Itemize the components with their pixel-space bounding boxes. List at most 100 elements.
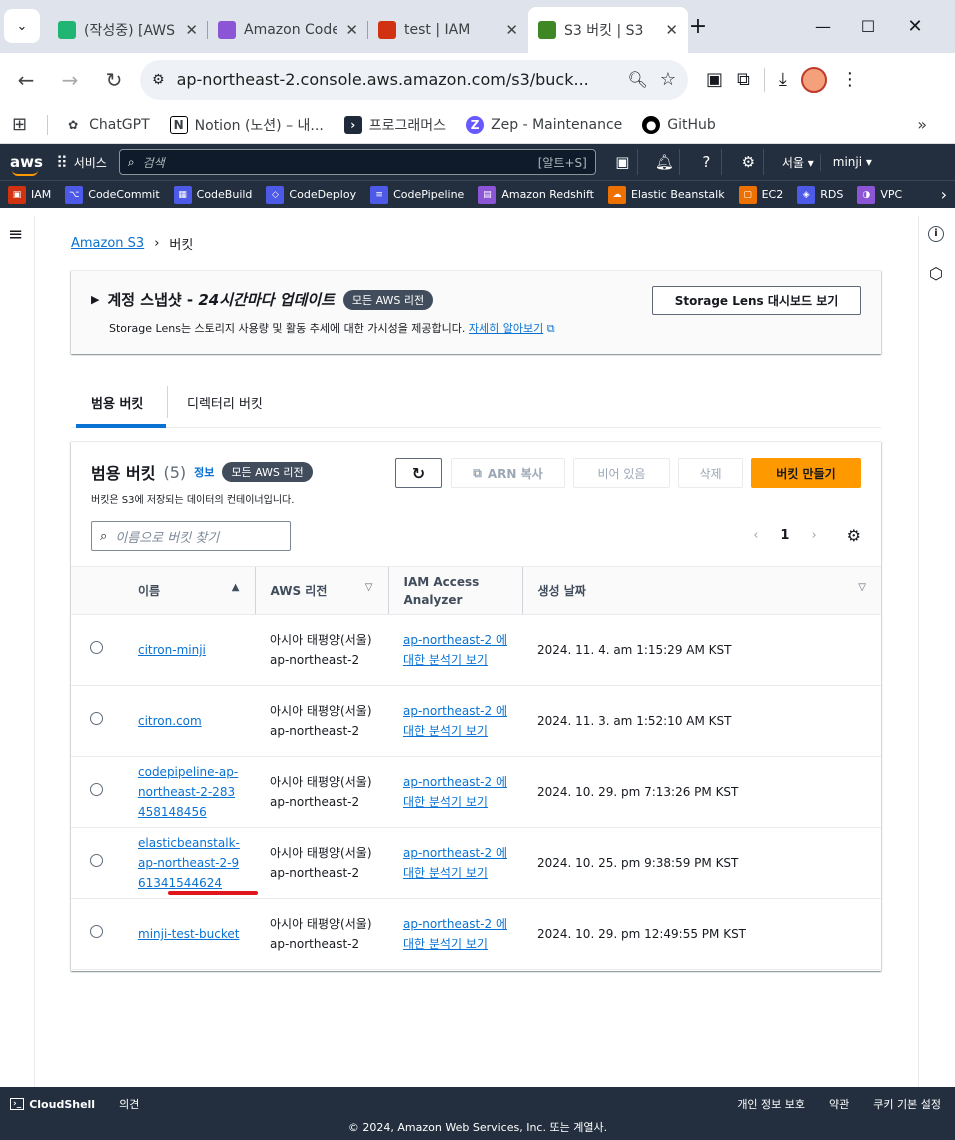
breadcrumb-s3-link[interactable]: Amazon S3 [71, 236, 144, 251]
bookmark-chatgpt[interactable]: ✿ ChatGPT [64, 116, 150, 134]
col-created[interactable]: 생성 날짜 ▽ [521, 566, 881, 615]
empty-button[interactable]: 비어 있음 [573, 458, 670, 488]
table-row[interactable]: elasticbeanstalk-ap-northeast-2-96134154… [71, 827, 881, 899]
hexagon-icon[interactable]: ⬡ [929, 264, 943, 283]
tab-general-buckets[interactable]: 범용 버킷 [91, 376, 143, 428]
cloudshell-icon[interactable]: ▣ [608, 149, 638, 175]
analyzer-link[interactable]: ap-northeast-2 에 대한 분석기 보기 [403, 633, 507, 667]
zoom-icon[interactable]: 🔍︎ [628, 70, 648, 89]
gear-icon[interactable]: ⚙ [847, 526, 861, 545]
gear-icon[interactable]: ⚙ [734, 149, 764, 175]
chevron-left-icon[interactable]: ‹ [753, 528, 758, 543]
tab-directory-buckets[interactable]: 디렉터리 버킷 [187, 376, 263, 428]
analyzer-link[interactable]: ap-northeast-2 에 대한 분석기 보기 [403, 846, 507, 880]
chevron-right-icon[interactable]: › [811, 528, 816, 543]
analyzer-link[interactable]: ap-northeast-2 에 대한 분석기 보기 [403, 775, 507, 809]
row-radio[interactable] [90, 712, 103, 725]
table-row[interactable]: codepipeline-ap-northeast-2-283458148456… [71, 756, 881, 828]
favorite-rds[interactable]: ◈ RDS [797, 185, 843, 204]
browser-tab[interactable]: test | IAM ✕ [368, 7, 528, 53]
row-radio[interactable] [90, 854, 103, 867]
page-number[interactable]: 1 [780, 528, 789, 543]
info-icon[interactable]: i [928, 226, 944, 242]
bucket-name-link[interactable]: citron.com [138, 714, 202, 728]
analyzer-link[interactable]: ap-northeast-2 에 대한 분석기 보기 [403, 917, 507, 951]
apps-grid-icon[interactable]: ⊞ [12, 114, 27, 135]
help-icon[interactable]: ? [692, 149, 722, 175]
close-tab-icon[interactable]: ✕ [345, 21, 358, 39]
row-radio[interactable] [90, 783, 103, 796]
reading-list-icon[interactable]: ▣ [706, 69, 723, 90]
browser-tab[interactable]: Amazon CodeDeploy✕ [208, 7, 368, 53]
back-button[interactable]: ← [8, 62, 44, 98]
cookies-link[interactable]: 쿠키 기본 설정 [873, 1096, 941, 1112]
new-tab-button[interactable]: + [680, 8, 716, 44]
download-icon[interactable]: ⤓ [779, 69, 787, 90]
row-radio[interactable] [90, 925, 103, 938]
copy-arn-button[interactable]: ⧉ ARN 복사 [451, 458, 565, 488]
table-row[interactable]: minji-test-bucket 아시아 태평양(서울) ap-northeas… [71, 898, 881, 970]
storage-lens-button[interactable]: Storage Lens 대시보드 보기 [652, 286, 861, 315]
tab-search-button[interactable]: ⌄ [4, 9, 40, 43]
favorite-codedeploy[interactable]: ◇ CodeDeploy [266, 185, 356, 204]
close-tab-icon[interactable]: ✕ [665, 21, 678, 39]
bell-icon[interactable]: 🔔︎ [650, 149, 680, 175]
profile-avatar[interactable] [800, 66, 827, 93]
favorite-iam[interactable]: ▣ IAM [8, 185, 51, 204]
learn-more-link[interactable]: 자세히 알아보기 [469, 322, 543, 335]
favorite-vpc[interactable]: ◑ VPC [857, 185, 902, 204]
maximize-button[interactable]: ☐ [850, 8, 886, 44]
table-row[interactable]: citron-minji 아시아 태평양(서울) ap-northeast-2 ap… [71, 614, 881, 686]
bucket-name-link[interactable]: minji-test-bucket [138, 927, 239, 941]
feedback-link[interactable]: 의견 [119, 1096, 139, 1112]
extensions-icon[interactable]: ⧉ [737, 69, 750, 90]
terms-link[interactable]: 약관 [829, 1096, 849, 1112]
favorite-ec2[interactable]: ▢ EC2 [738, 185, 783, 204]
bookmark-github[interactable]: ● GitHub [642, 115, 716, 134]
bucket-name-link[interactable]: elasticbeanstalk-ap-northeast-2-96134154… [138, 836, 240, 890]
console-search-input[interactable]: ⌕ 검색 [알트+S] [118, 149, 596, 175]
aws-logo[interactable]: aws [10, 154, 44, 176]
delete-button[interactable]: 삭제 [678, 458, 743, 488]
region-selector[interactable]: 서울 ▾ [776, 153, 821, 171]
snapshot-title[interactable]: ▶ 계정 스냅샷 - 24시간마다 업데이트 모든 AWS 리전 [91, 289, 434, 310]
close-tab-icon[interactable]: ✕ [185, 21, 198, 39]
privacy-link[interactable]: 개인 정보 보호 [737, 1096, 805, 1112]
account-menu[interactable]: minji ▾ [833, 155, 872, 169]
refresh-button[interactable]: ↻ [395, 458, 442, 488]
star-icon[interactable]: ☆ [660, 69, 676, 90]
site-info-icon[interactable]: ⚙ [152, 72, 165, 88]
bookmark-zep[interactable]: Z Zep - Maintenance [466, 115, 622, 134]
services-menu[interactable]: ⠿ 서비스 [56, 153, 107, 172]
minimize-button[interactable]: — [805, 8, 841, 44]
favorites-more-icon[interactable]: › [941, 185, 947, 204]
col-name[interactable]: 이름 ▲ [123, 566, 255, 615]
more-bookmarks-icon[interactable]: » [917, 115, 927, 134]
reload-button[interactable]: ↻ [96, 62, 132, 98]
browser-tab[interactable]: S3 버킷 | S3 ✕ [528, 7, 688, 53]
close-window-button[interactable]: ✕ [897, 8, 933, 44]
favorite-codepipeline[interactable]: ≡ CodePipeline [370, 185, 464, 204]
create-bucket-button[interactable]: 버킷 만들기 [751, 458, 861, 488]
bookmark-notion[interactable]: N Notion (노션) – 내... [169, 115, 324, 135]
favorite-codebuild[interactable]: ▦ CodeBuild [173, 185, 252, 204]
bucket-name-link[interactable]: codepipeline-ap-northeast-2-283458148456 [138, 765, 238, 819]
menu-dots-icon[interactable]: ⋮ [841, 69, 859, 90]
hamburger-icon[interactable]: ≡ [8, 224, 23, 245]
favorite-elastic-beanstalk[interactable]: ☁ Elastic Beanstalk [607, 185, 725, 204]
cloudshell-link[interactable]: ›_ CloudShell [10, 1098, 95, 1111]
favorite-codecommit[interactable]: ⌥ CodeCommit [65, 185, 160, 204]
forward-button[interactable]: → [52, 62, 88, 98]
row-radio[interactable] [90, 641, 103, 654]
favorite-amazon-redshift[interactable]: ▤ Amazon Redshift [478, 185, 594, 204]
table-row[interactable]: citron.com 아시아 태평양(서울) ap-northeast-2 ap-n… [71, 685, 881, 757]
address-bar[interactable]: ⚙ ap-northeast-2.console.aws.amazon.com/… [140, 59, 688, 100]
browser-tab[interactable]: (작성중) [AWS ✕ [48, 7, 208, 53]
info-link[interactable]: 정보 [194, 464, 214, 480]
close-tab-icon[interactable]: ✕ [505, 21, 518, 39]
analyzer-link[interactable]: ap-northeast-2 에 대한 분석기 보기 [403, 704, 507, 738]
col-region[interactable]: AWS 리전 ▽ [254, 566, 388, 615]
bookmark-programmers[interactable]: › 프로그래머스 [343, 115, 446, 135]
bucket-name-link[interactable]: citron-minji [138, 643, 206, 657]
bucket-search-input[interactable]: ⌕ 이름으로 버킷 찾기 [91, 521, 291, 551]
